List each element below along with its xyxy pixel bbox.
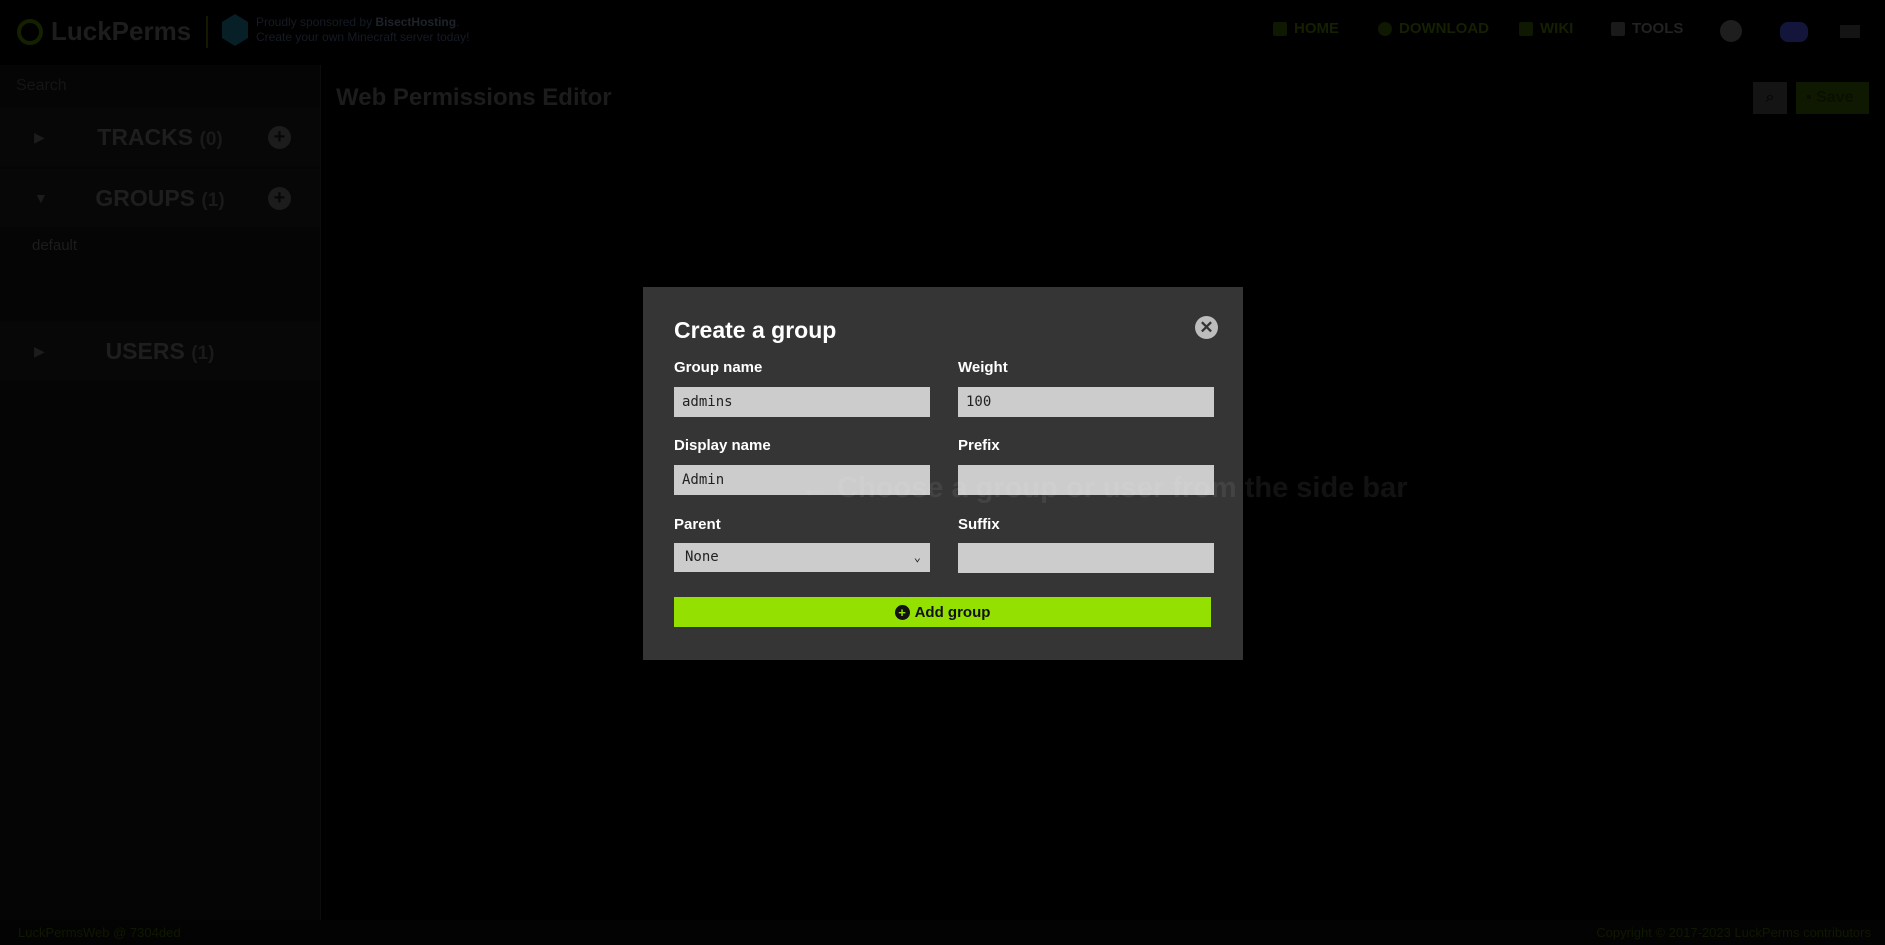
sidebar: Search ▶ TRACKS (0) + ▼ GROUPS (1) + def…	[0, 65, 321, 920]
plus-circle-icon: +	[894, 604, 910, 620]
version-link[interactable]: LuckPermsWeb @ 7304ded	[18, 920, 181, 945]
language-icon[interactable]	[1840, 25, 1860, 38]
page-title: Web Permissions Editor	[336, 84, 612, 111]
prefix-label: Prefix	[958, 437, 1000, 454]
parent-label: Parent	[674, 516, 721, 533]
sponsor-text: Proudly sponsored by BisectHosting. Creat…	[256, 15, 470, 44]
add-group-icon[interactable]: +	[268, 186, 291, 210]
nav-download[interactable]: DOWNLOAD	[1378, 20, 1489, 37]
copyright-text: Copyright © 2017-2023 LuckPerms contribu…	[1596, 925, 1871, 940]
parent-select[interactable]: None ⌄	[674, 543, 930, 572]
display-name-input[interactable]	[674, 465, 930, 495]
chevron-down-icon: ⌄	[913, 550, 921, 564]
top-header: LuckPerms Proudly sponsored by BisectHos…	[0, 0, 1885, 65]
book-icon	[1519, 21, 1533, 36]
save-icon: ▪	[1806, 89, 1817, 106]
nav-tools[interactable]: TOOLS	[1611, 20, 1683, 37]
group-name-label: Group name	[674, 359, 763, 376]
modal-title: Create a group	[674, 317, 837, 343]
search-button[interactable]: ⌕	[1753, 82, 1787, 114]
display-name-label: Display name	[674, 437, 771, 454]
clover-icon	[17, 18, 43, 45]
sponsor-link[interactable]: Proudly sponsored by BisectHosting. Creat…	[222, 14, 469, 46]
suffix-input[interactable]	[958, 543, 1214, 573]
download-icon	[1378, 21, 1392, 36]
tracks-section[interactable]: ▶ TRACKS (0) +	[0, 108, 320, 166]
home-icon	[1273, 21, 1287, 36]
search-input[interactable]: Search	[16, 77, 67, 95]
bisecthosting-logo-icon	[222, 14, 248, 46]
add-track-icon[interactable]: +	[268, 125, 291, 149]
add-group-button[interactable]: + Add group	[674, 597, 1211, 627]
luckperms-logo[interactable]: LuckPerms	[17, 16, 191, 47]
weight-label: Weight	[958, 359, 1008, 376]
users-section[interactable]: ▶ USERS (1)	[0, 322, 320, 380]
nav-wiki[interactable]: WIKI	[1519, 20, 1573, 37]
close-icon[interactable]: ✕	[1195, 316, 1218, 339]
weight-input[interactable]	[958, 387, 1214, 417]
divider	[206, 16, 208, 48]
save-button[interactable]: ▪ Save	[1796, 82, 1869, 114]
brand-name: LuckPerms	[51, 16, 192, 46]
tools-icon	[1611, 21, 1625, 36]
users-label: USERS (1)	[105, 337, 215, 364]
github-icon[interactable]	[1720, 20, 1742, 42]
prefix-input[interactable]	[958, 465, 1214, 495]
create-group-modal: Create a group ✕ Group name Weight Displ…	[643, 287, 1243, 660]
group-name-input[interactable]	[674, 387, 930, 417]
suffix-label: Suffix	[958, 516, 1000, 533]
discord-icon[interactable]	[1780, 22, 1808, 42]
group-item-default[interactable]: default	[32, 237, 77, 254]
nav-home[interactable]: HOME	[1273, 20, 1339, 37]
footer: LuckPermsWeb @ 7304ded Copyright © 2017-…	[0, 920, 1885, 945]
groups-section[interactable]: ▼ GROUPS (1) +	[0, 169, 320, 227]
